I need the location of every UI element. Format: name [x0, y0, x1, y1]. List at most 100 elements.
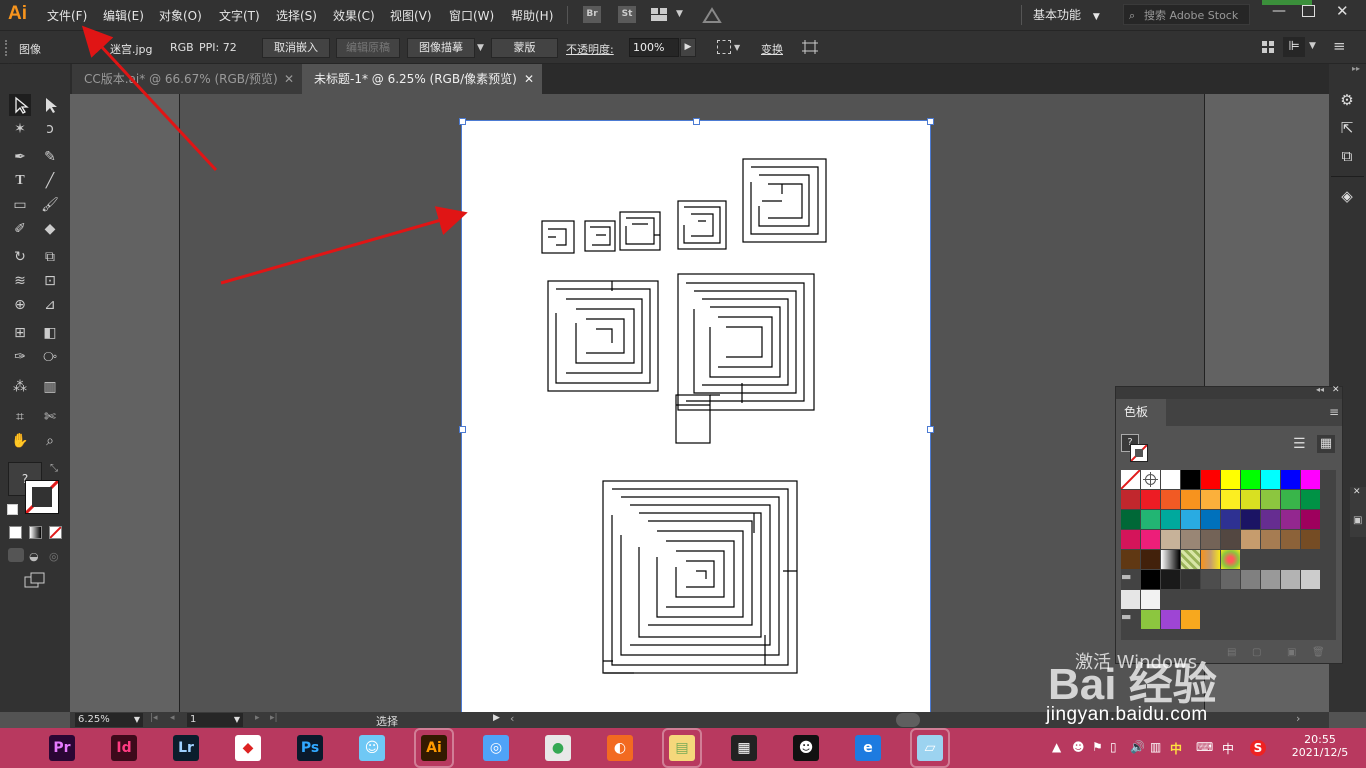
- properties-icon[interactable]: ⚙: [1337, 90, 1357, 110]
- swatch[interactable]: [1221, 490, 1240, 509]
- last-page-icon[interactable]: ▸|: [270, 713, 278, 723]
- swatch[interactable]: [1141, 510, 1160, 529]
- clock[interactable]: 20:55 2021/12/5: [1290, 733, 1350, 759]
- draw-behind-icon[interactable]: ◒: [29, 550, 39, 563]
- perspective-grid-icon[interactable]: ⊿: [39, 294, 61, 316]
- swatch[interactable]: [1301, 490, 1320, 509]
- swatch[interactable]: [1141, 590, 1160, 609]
- gradient-mode-icon[interactable]: [29, 526, 42, 539]
- mask-button[interactable]: 蒙版: [491, 38, 558, 58]
- swatch[interactable]: [1121, 590, 1140, 609]
- status-menu-icon[interactable]: ▶: [493, 713, 500, 723]
- default-colors-icon[interactable]: [7, 504, 18, 515]
- swatch[interactable]: [1181, 490, 1200, 509]
- eraser-icon[interactable]: ◆: [39, 218, 61, 240]
- close-tab-icon[interactable]: ✕: [524, 64, 534, 94]
- select-similar-icon[interactable]: [717, 40, 731, 54]
- shaper-tool-icon[interactable]: ✐: [9, 218, 31, 240]
- keyboard-icon[interactable]: ⌨: [1196, 740, 1213, 754]
- crop-icon[interactable]: [802, 40, 818, 54]
- edit-original-button[interactable]: 编辑原稿: [336, 38, 400, 58]
- selection-handle[interactable]: [459, 118, 466, 125]
- swatch[interactable]: [1181, 610, 1200, 629]
- chevron-down-icon[interactable]: ▼: [676, 9, 683, 19]
- artboard-tool-icon[interactable]: ⌗: [9, 406, 31, 428]
- linked-file-name[interactable]: 迷宫.jpg: [110, 41, 153, 57]
- expand-icon[interactable]: ▸▸: [1352, 64, 1360, 73]
- zoom-tool-icon[interactable]: ⌕: [39, 430, 61, 452]
- arrange-documents-icon[interactable]: [651, 8, 667, 21]
- close-icon[interactable]: ✕: [1353, 487, 1361, 497]
- screen-mode-icon[interactable]: [24, 572, 46, 588]
- new-swatch-icon[interactable]: ▣: [1287, 647, 1296, 658]
- taskbar-app-button[interactable]: e: [850, 730, 886, 766]
- menu-help[interactable]: 帮助(H): [511, 7, 553, 24]
- swatch-grid[interactable]: ▬ ▬: [1120, 469, 1336, 640]
- swatch[interactable]: [1161, 470, 1180, 489]
- swatch[interactable]: [1281, 490, 1300, 509]
- color-group-folder-icon[interactable]: ▬: [1121, 610, 1140, 629]
- type-tool-icon[interactable]: T: [9, 170, 31, 192]
- swatch[interactable]: [1201, 510, 1220, 529]
- selection-handle[interactable]: [927, 426, 934, 433]
- layers-icon[interactable]: ◈: [1337, 186, 1357, 206]
- swatch[interactable]: [1161, 550, 1180, 569]
- image-trace-button[interactable]: 图像描摹: [407, 38, 475, 58]
- rotate-tool-icon[interactable]: ↻: [9, 246, 31, 268]
- selection-handle[interactable]: [693, 118, 700, 125]
- taskbar-app-button[interactable]: Ai: [414, 728, 454, 768]
- scale-tool-icon[interactable]: ⧉: [39, 246, 61, 268]
- free-transform-icon[interactable]: ⊡: [39, 270, 61, 292]
- swatch[interactable]: [1241, 530, 1260, 549]
- stock-search-input[interactable]: ⌕ 搜索 Adobe Stock: [1123, 4, 1250, 25]
- close-tab-icon[interactable]: ✕: [284, 64, 294, 94]
- selection-handle[interactable]: [927, 118, 934, 125]
- menu-effect[interactable]: 效果(C): [333, 7, 375, 24]
- ime-mode[interactable]: 中: [1222, 740, 1234, 757]
- tab-cc-version[interactable]: CC版本.ai* @ 66.67% (RGB/预览) ✕: [72, 64, 302, 94]
- artboards-icon[interactable]: ⧉: [1337, 146, 1357, 166]
- taskbar-app-button[interactable]: ▱: [910, 728, 950, 768]
- swatch[interactable]: [1221, 530, 1240, 549]
- volume-icon[interactable]: 🔊: [1130, 740, 1145, 754]
- taskbar-app-button[interactable]: ▦: [726, 730, 762, 766]
- next-page-icon[interactable]: ▸: [255, 713, 260, 723]
- first-page-icon[interactable]: |◂: [150, 713, 158, 723]
- swatch[interactable]: [1241, 570, 1260, 589]
- tray-expand-icon[interactable]: ▲: [1052, 740, 1061, 754]
- taskbar-app-button[interactable]: ▤: [662, 728, 702, 768]
- swap-colors-icon[interactable]: ⤡: [50, 463, 58, 474]
- eyedropper-icon[interactable]: ✑: [9, 346, 31, 368]
- delete-swatch-icon[interactable]: 🗑: [1312, 647, 1325, 658]
- swatch[interactable]: [1241, 510, 1260, 529]
- blend-tool-icon[interactable]: ⧂: [39, 346, 61, 368]
- swatch[interactable]: [1261, 490, 1280, 509]
- tab-swatches[interactable]: 色板: [1116, 399, 1166, 426]
- stock-button[interactable]: St: [618, 6, 636, 23]
- swatch-libraries-icon[interactable]: ▤: [1227, 647, 1236, 658]
- chevron-down-icon[interactable]: ▼: [734, 43, 740, 52]
- swatch[interactable]: [1201, 530, 1220, 549]
- swatch[interactable]: [1181, 530, 1200, 549]
- swatch[interactable]: [1201, 470, 1220, 489]
- color-mode-icon[interactable]: [9, 526, 22, 539]
- page-input[interactable]: 1 ▼: [187, 713, 243, 727]
- menu-edit[interactable]: 编辑(E): [103, 7, 144, 24]
- swatch[interactable]: [1221, 570, 1240, 589]
- swatch[interactable]: [1181, 570, 1200, 589]
- swatch[interactable]: [1181, 470, 1200, 489]
- sogou-icon[interactable]: S: [1250, 740, 1266, 756]
- zoom-input[interactable]: 6.25% ▼: [75, 713, 143, 727]
- chevron-down-icon[interactable]: ▼: [1309, 41, 1316, 51]
- swatch[interactable]: [1161, 610, 1180, 629]
- swatch[interactable]: [1201, 490, 1220, 509]
- ime-indicator[interactable]: 中: [1170, 740, 1182, 757]
- swatch[interactable]: [1221, 470, 1240, 489]
- previous-page-icon[interactable]: ◂: [170, 713, 175, 723]
- swatch[interactable]: [1261, 530, 1280, 549]
- menu-type[interactable]: 文字(T): [219, 7, 260, 24]
- control-menu-icon[interactable]: ≡: [1333, 37, 1346, 55]
- menu-object[interactable]: 对象(O): [159, 7, 202, 24]
- swatch[interactable]: [1121, 490, 1140, 509]
- swatch[interactable]: [1181, 550, 1200, 569]
